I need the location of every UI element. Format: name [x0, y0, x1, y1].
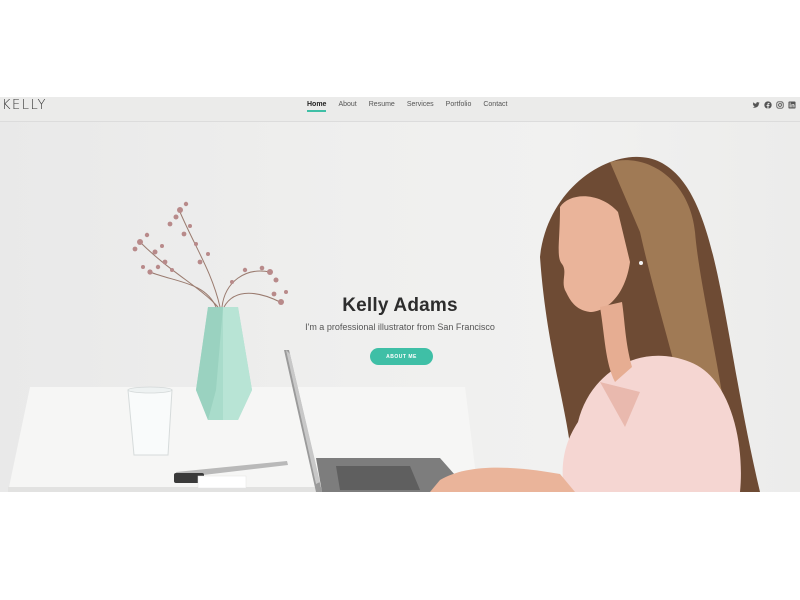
nav-item-services[interactable]: Services	[407, 97, 434, 121]
site-logo[interactable]: KELLY	[2, 98, 47, 113]
hero-title: Kelly Adams	[342, 295, 458, 316]
facebook-icon[interactable]	[764, 101, 772, 109]
about-me-button[interactable]: ABOUT ME	[370, 348, 433, 365]
dried-flowers	[139, 211, 281, 308]
website-frame: KELLY Home About Resume Services Portfol…	[0, 97, 800, 492]
flower-blossoms	[132, 201, 288, 305]
hero-section: Kelly Adams I'm a professional illustrat…	[0, 122, 800, 492]
linkedin-icon[interactable]	[788, 101, 796, 109]
hero-subtitle: I'm a professional illustrator from San …	[305, 322, 495, 332]
nav-item-about[interactable]: About	[338, 97, 356, 121]
top-navigation-bar: KELLY Home About Resume Services Portfol…	[0, 97, 800, 122]
nav-menu: Home About Resume Services Portfolio Con…	[307, 97, 507, 121]
instagram-icon[interactable]	[776, 101, 784, 109]
twitter-icon[interactable]	[752, 101, 760, 109]
social-links	[752, 101, 796, 109]
nav-item-home[interactable]: Home	[307, 97, 327, 121]
water-glass	[127, 386, 173, 456]
nav-item-portfolio[interactable]: Portfolio	[446, 97, 472, 121]
nav-item-contact[interactable]: Contact	[483, 97, 507, 121]
nav-item-resume[interactable]: Resume	[369, 97, 395, 121]
